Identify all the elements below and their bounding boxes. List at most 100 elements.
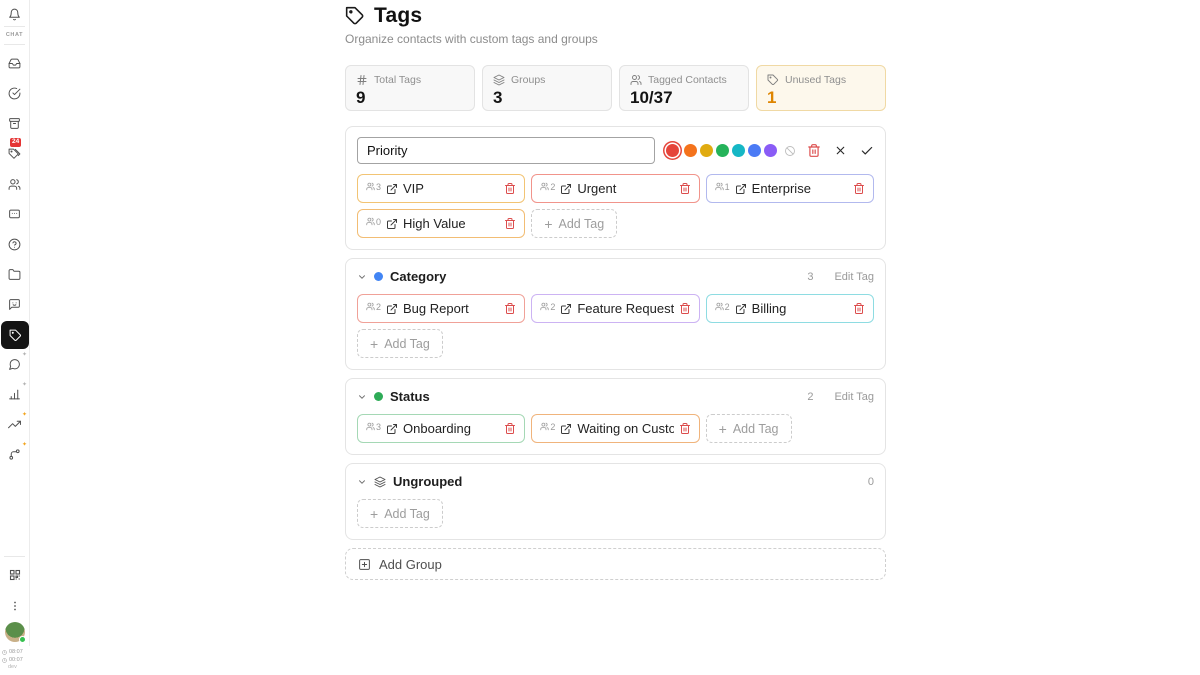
tag-label: VIP xyxy=(403,181,499,196)
plus-icon: + xyxy=(370,337,378,351)
stat-value: 9 xyxy=(356,88,464,108)
group-name: Ungrouped xyxy=(393,474,462,489)
tag-label: Onboarding xyxy=(403,421,499,436)
tag-group-card: Category3Edit Tag2Bug Report2Feature Req… xyxy=(345,258,886,370)
tag-chip[interactable]: 2Urgent xyxy=(531,174,699,203)
tag-chip[interactable]: 2Waiting on Customer xyxy=(531,414,699,443)
bell-icon[interactable] xyxy=(0,5,29,23)
kebab-menu-icon[interactable] xyxy=(0,597,29,615)
tag-chip[interactable]: 2Billing xyxy=(706,294,874,323)
color-swatch-row xyxy=(664,144,796,157)
users-icon xyxy=(630,74,642,86)
delete-tag-icon[interactable] xyxy=(679,182,691,195)
cancel-edit-icon[interactable] xyxy=(834,144,847,157)
avatar[interactable] xyxy=(5,622,25,642)
color-swatch[interactable] xyxy=(732,144,745,157)
no-color-swatch[interactable] xyxy=(784,145,796,157)
workflow-icon[interactable]: ✦ xyxy=(0,445,29,463)
group-header: Category3Edit Tag xyxy=(357,269,874,284)
color-swatch[interactable] xyxy=(716,144,729,157)
tags-icon[interactable]: 24 xyxy=(0,145,29,163)
add-tag-label: Add Tag xyxy=(384,337,430,351)
color-swatch[interactable] xyxy=(684,144,697,157)
external-link-icon[interactable] xyxy=(560,183,572,195)
page-subtitle: Organize contacts with custom tags and g… xyxy=(345,32,886,46)
chevron-down-icon[interactable] xyxy=(357,272,367,282)
debug-footer: 08:07 00:07 dev xyxy=(2,649,23,672)
page-title: Tags xyxy=(374,4,422,28)
chevron-down-icon[interactable] xyxy=(357,477,367,487)
chat-square-icon[interactable] xyxy=(0,205,29,223)
edit-tag-link[interactable]: Edit Tag xyxy=(834,391,874,403)
check-circle-icon[interactable] xyxy=(0,84,29,102)
stat-card: Groups3 xyxy=(482,65,612,111)
users-icon[interactable] xyxy=(0,175,29,193)
star-badge-icon: ✦ xyxy=(22,381,27,388)
divider xyxy=(4,44,25,45)
delete-tag-icon[interactable] xyxy=(504,217,516,230)
external-link-icon[interactable] xyxy=(735,183,747,195)
delete-tag-icon[interactable] xyxy=(504,422,516,435)
delete-group-icon[interactable] xyxy=(807,143,821,158)
tag-chip[interactable]: 3VIP xyxy=(357,174,525,203)
group-header: Ungrouped0 xyxy=(357,474,874,489)
chevron-down-icon[interactable] xyxy=(357,392,367,402)
tag-contact-count: 2 xyxy=(540,182,555,192)
tag-group-card: Status2Edit Tag3Onboarding2Waiting on Cu… xyxy=(345,378,886,455)
footer-time-1: 08:07 xyxy=(9,649,23,657)
external-link-icon[interactable] xyxy=(735,303,747,315)
sidebar-item-tags-active[interactable] xyxy=(1,321,29,349)
external-link-icon[interactable] xyxy=(386,303,398,315)
tag-chip[interactable]: 2Feature Request xyxy=(531,294,699,323)
trending-up-icon[interactable]: ✦ xyxy=(0,415,29,433)
stat-label: Unused Tags xyxy=(785,74,846,86)
plus-icon: + xyxy=(719,422,727,436)
add-tag-label: Add Tag xyxy=(733,422,779,436)
external-link-icon[interactable] xyxy=(560,423,572,435)
stat-label: Tagged Contacts xyxy=(648,74,727,86)
group-color-dot xyxy=(374,272,383,281)
tag-chip-row: 3VIP2Urgent1Enterprise 0High Value+Add Ta… xyxy=(357,174,874,238)
color-swatch[interactable] xyxy=(764,144,777,157)
delete-tag-icon[interactable] xyxy=(679,302,691,315)
star-badge-icon: ✦ xyxy=(22,441,27,448)
group-edit-row xyxy=(357,137,874,164)
add-tag-button[interactable]: + Add Tag xyxy=(357,329,443,358)
comment-icon[interactable]: ✦ xyxy=(0,355,29,373)
external-link-icon[interactable] xyxy=(386,183,398,195)
confirm-edit-icon[interactable] xyxy=(860,144,874,158)
tag-chip[interactable]: 0High Value xyxy=(357,209,525,238)
color-swatch[interactable] xyxy=(700,144,713,157)
folder-icon[interactable] xyxy=(0,265,29,283)
edit-tag-link[interactable]: Edit Tag xyxy=(834,271,874,283)
delete-tag-icon[interactable] xyxy=(853,302,865,315)
qr-code-icon[interactable] xyxy=(0,566,29,584)
external-link-icon[interactable] xyxy=(386,218,398,230)
delete-tag-icon[interactable] xyxy=(853,182,865,195)
external-link-icon[interactable] xyxy=(386,423,398,435)
external-link-icon[interactable] xyxy=(560,303,572,315)
tag-chip[interactable]: 3Onboarding xyxy=(357,414,525,443)
hash-icon xyxy=(356,74,368,86)
group-tag-count: 3 xyxy=(807,271,813,283)
delete-tag-icon[interactable] xyxy=(504,182,516,195)
tag-chip[interactable]: 1Enterprise xyxy=(706,174,874,203)
archive-icon[interactable] xyxy=(0,114,29,132)
help-circle-icon[interactable] xyxy=(0,235,29,253)
add-tag-button[interactable]: +Add Tag xyxy=(357,499,443,528)
add-tag-button[interactable]: + Add Tag xyxy=(706,414,792,443)
bar-chart-icon[interactable]: ✦ xyxy=(0,385,29,403)
delete-tag-icon[interactable] xyxy=(679,422,691,435)
color-swatch[interactable] xyxy=(748,144,761,157)
inbox-icon[interactable] xyxy=(0,54,29,72)
delete-tag-icon[interactable] xyxy=(504,302,516,315)
tag-label: Waiting on Customer xyxy=(577,421,673,436)
add-group-label: Add Group xyxy=(379,557,442,572)
color-swatch[interactable] xyxy=(666,144,679,157)
star-badge-icon: ✦ xyxy=(22,411,27,418)
group-name-input[interactable] xyxy=(357,137,655,164)
add-group-button[interactable]: Add Group xyxy=(345,548,886,580)
add-tag-button[interactable]: +Add Tag xyxy=(531,209,617,238)
tag-chip[interactable]: 2Bug Report xyxy=(357,294,525,323)
bot-chat-icon[interactable] xyxy=(0,295,29,313)
